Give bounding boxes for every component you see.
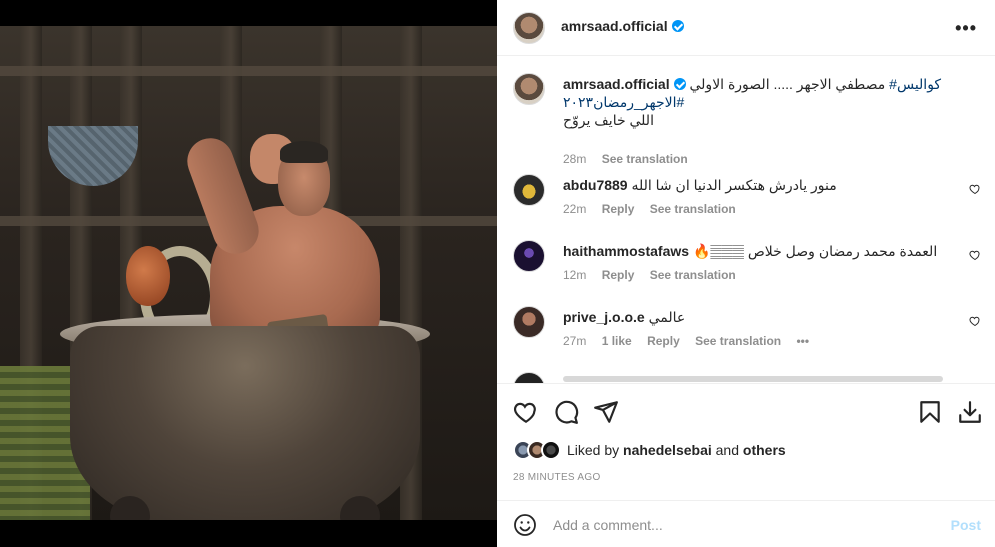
comment-like-heart-icon[interactable] [969, 249, 981, 261]
comment-username[interactable]: haithammostafaws [563, 243, 689, 259]
reply-button[interactable]: Reply [602, 202, 635, 216]
post-details-panel: amrsaad.official ••• amrsaad.official مص… [497, 0, 995, 547]
comment-body: منور يادرش هتكسر الدنيا ان شا الله [631, 177, 837, 193]
comment-meta: 27m 1 like Reply See translation ••• [563, 334, 821, 348]
caption-hashtag-link[interactable]: #كواليس [889, 76, 941, 92]
caption-avatar[interactable] [513, 73, 545, 105]
save-bookmark-icon[interactable] [917, 399, 943, 425]
liked-by-user-link[interactable]: nahedelsebai [623, 442, 712, 458]
comment-meta: 12m Reply See translation [563, 268, 748, 282]
post-photo[interactable] [0, 26, 497, 520]
post-header: amrsaad.official ••• [497, 0, 995, 56]
caption-line3: اللي خايف يروّح [563, 112, 654, 128]
comment-like-heart-icon[interactable] [969, 315, 981, 327]
hanging-gourd [126, 246, 170, 306]
add-comment-input[interactable] [553, 515, 913, 535]
caption-text: amrsaad.official مصطفي الاجهر ..... الصو… [563, 75, 955, 129]
comment-meta: 22m Reply See translation [563, 202, 748, 216]
comment-time: 27m [563, 334, 587, 348]
author-username[interactable]: amrsaad.official [561, 18, 668, 34]
share-paper-plane-icon[interactable] [593, 399, 619, 425]
wood-beam [0, 66, 497, 76]
liked-by-text: Liked by nahedelsebai and others [567, 442, 786, 458]
add-comment-bar: Post [497, 500, 995, 547]
commenter-avatar[interactable] [513, 240, 545, 272]
liked-by-prefix: Liked by [567, 442, 620, 458]
comments-list[interactable]: amrsaad.official مصطفي الاجهر ..... الصو… [497, 57, 995, 383]
author-name-wrap: amrsaad.official [561, 18, 684, 34]
see-translation-link[interactable]: See translation [650, 202, 736, 216]
caption-username[interactable]: amrsaad.official [563, 76, 670, 92]
verified-badge-icon [671, 20, 684, 32]
comment-text: prive_j.o.o.e عالمي [563, 308, 955, 326]
emoji-smiley-icon[interactable] [513, 513, 537, 537]
comment-username[interactable]: prive_j.o.o.e [563, 309, 645, 325]
like-heart-icon[interactable] [513, 399, 539, 425]
person-hair [280, 141, 328, 163]
comment-body: 🔥𝄛𝄛𝄛 العمدة محمد رمضان وصل خلاص [692, 243, 938, 259]
comment-time: 12m [563, 268, 587, 282]
see-translation-link[interactable]: See translation [602, 152, 688, 166]
post-media-panel [0, 0, 497, 547]
liker-avatar[interactable] [541, 440, 561, 460]
download-icon[interactable] [957, 399, 983, 425]
comment-body: عالمي [648, 309, 686, 325]
caption-line1: مصطفي الاجهر ..... الصورة الاولي [689, 76, 886, 92]
see-translation-link[interactable]: See translation [695, 334, 781, 348]
post-actions-bar [497, 383, 995, 440]
post-timestamp[interactable]: 28 MINUTES AGO [513, 472, 601, 483]
comment-bubble-icon[interactable] [553, 399, 579, 425]
truncated-comment-text [563, 376, 943, 382]
comment-time: 22m [563, 202, 587, 216]
caption-hashtag-link[interactable]: #الاجهر_رمضان٢٠٢٣ [563, 94, 684, 110]
caption-meta: 28m See translation [563, 152, 700, 166]
comment-more-options[interactable]: ••• [796, 334, 809, 348]
liked-by-and: and [715, 442, 739, 458]
comment-text: abdu7889 منور يادرش هتكسر الدنيا ان شا ا… [563, 176, 955, 194]
comment-like-heart-icon[interactable] [969, 183, 981, 195]
commenter-avatar[interactable] [513, 372, 545, 383]
author-avatar[interactable] [513, 12, 545, 44]
see-translation-link[interactable]: See translation [650, 268, 736, 282]
reply-button[interactable]: Reply [647, 334, 680, 348]
liked-by-others-link[interactable]: others [743, 442, 786, 458]
likers-avatars[interactable] [513, 440, 569, 462]
bathtub [70, 326, 420, 520]
post-comment-button[interactable]: Post [951, 517, 981, 533]
comment-text: haithammostafaws 🔥𝄛𝄛𝄛 العمدة محمد رمضان … [563, 242, 955, 260]
verified-badge-icon [673, 78, 686, 90]
comment-likes-count[interactable]: 1 like [602, 334, 632, 348]
commenter-avatar[interactable] [513, 174, 545, 206]
commenter-avatar[interactable] [513, 306, 545, 338]
more-options-button[interactable]: ••• [955, 18, 977, 39]
reply-button[interactable]: Reply [602, 268, 635, 282]
caption-time: 28m [563, 152, 587, 166]
comment-username[interactable]: abdu7889 [563, 177, 628, 193]
